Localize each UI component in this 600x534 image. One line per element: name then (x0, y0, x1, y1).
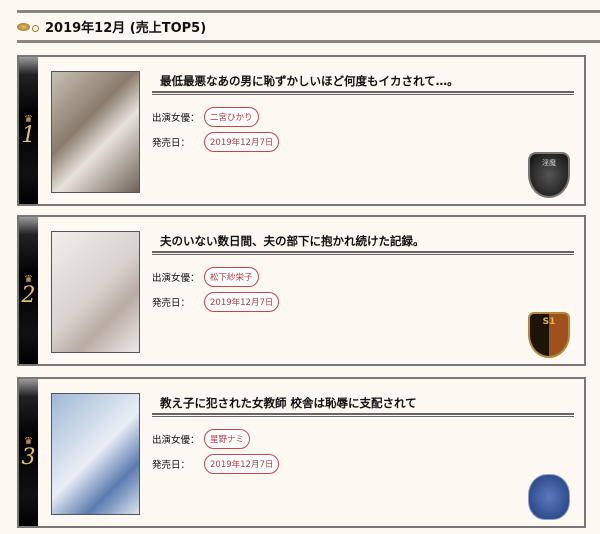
release-label: 発売日： (152, 460, 191, 471)
ornament-icon (17, 22, 39, 32)
actress-label: 出演女優： (152, 113, 200, 124)
item-title[interactable]: 教え子に犯された女教師 校舎は恥辱に支配されて (160, 395, 417, 411)
rank-badge: ♛ 1 (19, 57, 38, 204)
release-label: 発売日： (152, 138, 191, 149)
rank-number: 3 (21, 444, 36, 470)
actress-tag[interactable]: 二宮ひかり (204, 107, 259, 127)
divider (152, 413, 574, 417)
rank-number: 2 (21, 282, 36, 308)
rank-number: 1 (21, 122, 36, 148)
label-logo[interactable]: S1 (528, 312, 570, 358)
label-logo[interactable]: 淫魔 (528, 152, 570, 198)
cover-image[interactable] (51, 393, 140, 515)
item-title[interactable]: 夫のいない数日間、夫の部下に抱かれ続けた記録。 (160, 233, 425, 249)
cover-image[interactable] (51, 231, 140, 353)
rank-badge: ♛ 3 (19, 379, 38, 526)
rank-badge: ♛ 2 (19, 217, 38, 364)
ranking-item[interactable]: ♛ 3 教え子に犯された女教師 校舎は恥辱に支配されて 出演女優： 星野ナミ 発売日… (17, 377, 586, 528)
section-title: 2019年12月 (売上TOP5) (45, 21, 207, 36)
divider (152, 91, 574, 95)
section-header: 2019年12月 (売上TOP5) (17, 10, 600, 43)
release-date-tag[interactable]: 2019年12月7日 (204, 292, 280, 312)
actress-tag[interactable]: 星野ナミ (204, 429, 251, 449)
cover-image[interactable] (51, 71, 140, 193)
item-title[interactable]: 最低最悪なあの男に恥ずかしいほど何度もイカされて…。 (160, 73, 459, 89)
actress-label: 出演女優： (152, 273, 200, 284)
release-date-tag[interactable]: 2019年12月7日 (204, 454, 280, 474)
release-date-tag[interactable]: 2019年12月7日 (204, 132, 280, 152)
release-label: 発売日： (152, 298, 191, 309)
divider (152, 251, 574, 255)
actress-label: 出演女優： (152, 435, 200, 446)
ranking-item[interactable]: ♛ 1 最低最悪なあの男に恥ずかしいほど何度もイカされて…。 出演女優： 二宮ひかり… (17, 55, 586, 206)
actress-tag[interactable]: 松下紗栄子 (204, 267, 259, 287)
label-logo[interactable] (528, 474, 570, 520)
ranking-item[interactable]: ♛ 2 夫のいない数日間、夫の部下に抱かれ続けた記録。 出演女優： 松下紗栄子 発売… (17, 215, 586, 366)
